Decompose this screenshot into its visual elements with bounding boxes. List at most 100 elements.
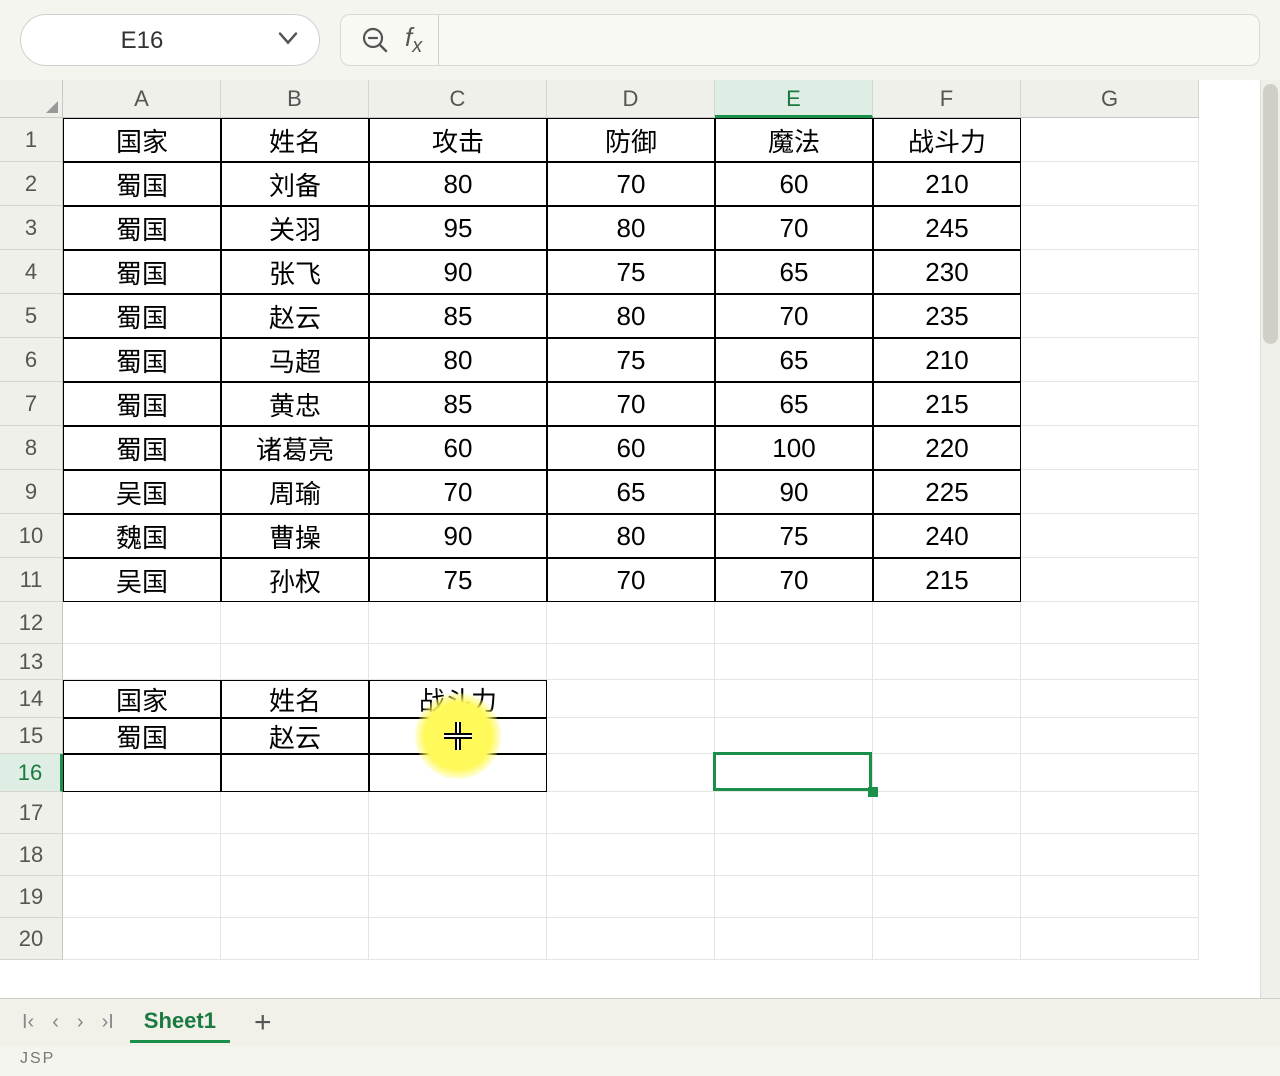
cell-F11[interactable]: 215 xyxy=(873,558,1021,602)
vertical-scrollbar[interactable] xyxy=(1260,80,1280,998)
row-header-17[interactable]: 17 xyxy=(0,792,63,834)
cell-B12[interactable] xyxy=(221,602,369,644)
row-header-12[interactable]: 12 xyxy=(0,602,63,644)
cell-G19[interactable] xyxy=(1021,876,1199,918)
cell-C3[interactable]: 95 xyxy=(369,206,547,250)
cell-E20[interactable] xyxy=(715,918,873,960)
cell-A10[interactable]: 魏国 xyxy=(63,514,221,558)
cell-D15[interactable] xyxy=(547,718,715,754)
cell-C14[interactable]: 战斗力 xyxy=(369,680,547,718)
cell-F8[interactable]: 220 xyxy=(873,426,1021,470)
cell-C7[interactable]: 85 xyxy=(369,382,547,426)
cell-F19[interactable] xyxy=(873,876,1021,918)
cell-E16[interactable] xyxy=(715,754,873,792)
cell-F3[interactable]: 245 xyxy=(873,206,1021,250)
cell-G5[interactable] xyxy=(1021,294,1199,338)
cell-F7[interactable]: 215 xyxy=(873,382,1021,426)
cell-B8[interactable]: 诸葛亮 xyxy=(221,426,369,470)
cell-A4[interactable]: 蜀国 xyxy=(63,250,221,294)
cell-D1[interactable]: 防御 xyxy=(547,118,715,162)
cell-B11[interactable]: 孙权 xyxy=(221,558,369,602)
cell-B20[interactable] xyxy=(221,918,369,960)
cell-B9[interactable]: 周瑜 xyxy=(221,470,369,514)
row-header-4[interactable]: 4 xyxy=(0,250,63,294)
tab-nav-first-icon[interactable]: I‹ xyxy=(20,1007,36,1038)
row-header-19[interactable]: 19 xyxy=(0,876,63,918)
cell-A19[interactable] xyxy=(63,876,221,918)
cell-A1[interactable]: 国家 xyxy=(63,118,221,162)
cell-A3[interactable]: 蜀国 xyxy=(63,206,221,250)
cell-E6[interactable]: 65 xyxy=(715,338,873,382)
col-header-F[interactable]: F xyxy=(873,80,1021,118)
cell-F17[interactable] xyxy=(873,792,1021,834)
row-header-2[interactable]: 2 xyxy=(0,162,63,206)
cell-E11[interactable]: 70 xyxy=(715,558,873,602)
cell-A14[interactable]: 国家 xyxy=(63,680,221,718)
row-header-18[interactable]: 18 xyxy=(0,834,63,876)
cell-B3[interactable]: 关羽 xyxy=(221,206,369,250)
row-header-1[interactable]: 1 xyxy=(0,118,63,162)
cell-G1[interactable] xyxy=(1021,118,1199,162)
cell-G9[interactable] xyxy=(1021,470,1199,514)
fx-icon[interactable]: fx xyxy=(405,22,422,58)
cell-D11[interactable]: 70 xyxy=(547,558,715,602)
cell-G13[interactable] xyxy=(1021,644,1199,680)
cell-G3[interactable] xyxy=(1021,206,1199,250)
row-header-6[interactable]: 6 xyxy=(0,338,63,382)
col-header-C[interactable]: C xyxy=(369,80,547,118)
tab-nav-last-icon[interactable]: ›I xyxy=(100,1007,116,1038)
cell-C10[interactable]: 90 xyxy=(369,514,547,558)
tab-nav-next-icon[interactable]: › xyxy=(75,1007,86,1038)
add-sheet-button[interactable]: + xyxy=(244,1006,282,1040)
row-header-15[interactable]: 15 xyxy=(0,718,63,754)
sheet-tab-active[interactable]: Sheet1 xyxy=(130,1002,230,1043)
cell-D20[interactable] xyxy=(547,918,715,960)
row-header-11[interactable]: 11 xyxy=(0,558,63,602)
col-header-G[interactable]: G xyxy=(1021,80,1199,118)
cell-F6[interactable]: 210 xyxy=(873,338,1021,382)
cell-G4[interactable] xyxy=(1021,250,1199,294)
cell-G10[interactable] xyxy=(1021,514,1199,558)
row-header-9[interactable]: 9 xyxy=(0,470,63,514)
row-header-20[interactable]: 20 xyxy=(0,918,63,960)
cell-E1[interactable]: 魔法 xyxy=(715,118,873,162)
cell-D18[interactable] xyxy=(547,834,715,876)
row-header-7[interactable]: 7 xyxy=(0,382,63,426)
cell-C16[interactable] xyxy=(369,754,547,792)
cell-B19[interactable] xyxy=(221,876,369,918)
cell-C1[interactable]: 攻击 xyxy=(369,118,547,162)
cell-E12[interactable] xyxy=(715,602,873,644)
formula-input[interactable] xyxy=(438,15,1239,65)
cell-G12[interactable] xyxy=(1021,602,1199,644)
cell-E2[interactable]: 60 xyxy=(715,162,873,206)
col-header-D[interactable]: D xyxy=(547,80,715,118)
cell-D14[interactable] xyxy=(547,680,715,718)
cell-F4[interactable]: 230 xyxy=(873,250,1021,294)
cell-F5[interactable]: 235 xyxy=(873,294,1021,338)
cell-A5[interactable]: 蜀国 xyxy=(63,294,221,338)
cell-A17[interactable] xyxy=(63,792,221,834)
cell-C5[interactable]: 85 xyxy=(369,294,547,338)
cell-G16[interactable] xyxy=(1021,754,1199,792)
row-header-13[interactable]: 13 xyxy=(0,644,63,680)
cell-D10[interactable]: 80 xyxy=(547,514,715,558)
cell-D16[interactable] xyxy=(547,754,715,792)
cell-E17[interactable] xyxy=(715,792,873,834)
select-all-corner[interactable] xyxy=(0,80,63,118)
cell-C12[interactable] xyxy=(369,602,547,644)
cell-C9[interactable]: 70 xyxy=(369,470,547,514)
cell-C4[interactable]: 90 xyxy=(369,250,547,294)
cell-C11[interactable]: 75 xyxy=(369,558,547,602)
cell-E3[interactable]: 70 xyxy=(715,206,873,250)
cell-D8[interactable]: 60 xyxy=(547,426,715,470)
cell-E7[interactable]: 65 xyxy=(715,382,873,426)
cell-G2[interactable] xyxy=(1021,162,1199,206)
col-header-B[interactable]: B xyxy=(221,80,369,118)
cell-A15[interactable]: 蜀国 xyxy=(63,718,221,754)
cell-G17[interactable] xyxy=(1021,792,1199,834)
cell-A8[interactable]: 蜀国 xyxy=(63,426,221,470)
row-header-16[interactable]: 16 xyxy=(0,754,63,792)
cell-F1[interactable]: 战斗力 xyxy=(873,118,1021,162)
col-header-A[interactable]: A xyxy=(63,80,221,118)
cell-E9[interactable]: 90 xyxy=(715,470,873,514)
